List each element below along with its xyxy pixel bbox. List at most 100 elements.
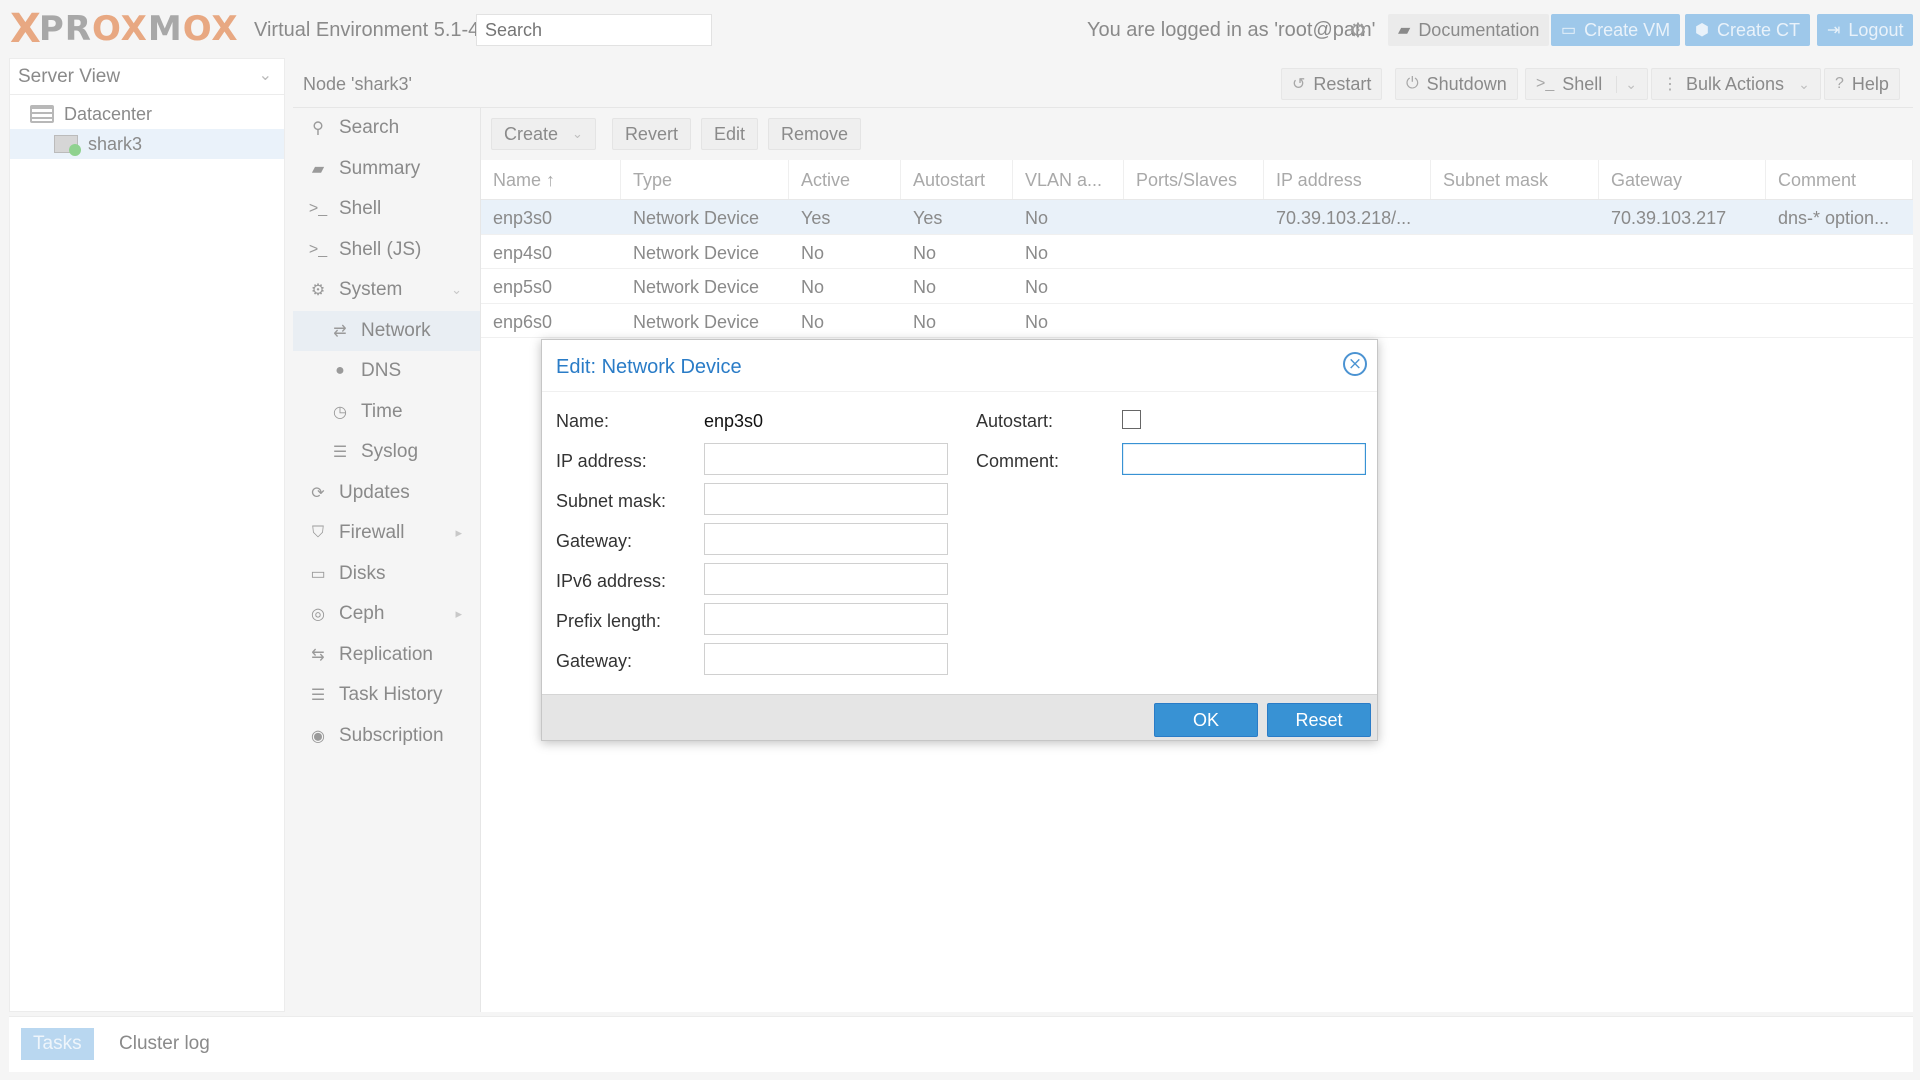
- cell-name: enp3s0: [493, 208, 553, 228]
- task-log-panel: Tasks Cluster log: [9, 1016, 1913, 1072]
- version-label: Virtual Environment 5.1-46: [254, 19, 491, 41]
- nav-item-label: Task History: [339, 684, 443, 706]
- nav-item-time[interactable]: ◷ Time: [293, 392, 480, 433]
- global-search-input[interactable]: [476, 14, 712, 46]
- column-header-active[interactable]: Active: [789, 160, 901, 199]
- ip-address-input[interactable]: [704, 443, 948, 475]
- column-header-ip[interactable]: IP address: [1264, 160, 1431, 199]
- nav-item-replication[interactable]: ⇆ Replication: [293, 635, 480, 676]
- shell-button[interactable]: >_ Shell ⌄: [1525, 68, 1649, 100]
- nav-item-network[interactable]: ⇄ Network: [293, 310, 480, 351]
- table-row[interactable]: enp3s0 Network Device Yes Yes No 70.39.1…: [481, 200, 1913, 235]
- tree-item-shark3[interactable]: shark3: [10, 129, 284, 159]
- autostart-checkbox[interactable]: [1122, 410, 1141, 429]
- tab-cluster-log[interactable]: Cluster log: [107, 1028, 222, 1060]
- nav-item-firewall[interactable]: ⛉ Firewall ▸: [293, 513, 480, 554]
- nav-item-subscription[interactable]: ◉ Subscription: [293, 716, 480, 757]
- server-view-label: Server View: [18, 66, 121, 87]
- support-icon: ◉: [311, 727, 325, 745]
- node-icon: [54, 135, 81, 156]
- shell-label: Shell: [1562, 73, 1603, 94]
- tree-item-label: shark3: [88, 133, 143, 154]
- shutdown-button[interactable]: ⏻ Shutdown: [1395, 68, 1518, 100]
- bulk-actions-button[interactable]: ⋮ Bulk Actions ⌄: [1651, 68, 1821, 100]
- terminal-icon: >_: [308, 200, 328, 218]
- tab-label: Cluster log: [119, 1033, 210, 1054]
- logout-button[interactable]: ⇥ Logout: [1817, 14, 1914, 46]
- table-row[interactable]: enp6s0 Network Device No No No: [481, 304, 1913, 338]
- cell-vlan: No: [1025, 277, 1049, 297]
- gateway-input[interactable]: [704, 523, 948, 555]
- column-header-subnet[interactable]: Subnet mask: [1431, 160, 1599, 199]
- logged-in-label: You are logged in as 'root@pam': [1087, 19, 1376, 41]
- power-icon: ⏻: [1406, 75, 1419, 92]
- nav-item-disks[interactable]: ▭ Disks: [293, 554, 480, 595]
- dialog-title: Edit: Network Device: [556, 356, 742, 378]
- cell-subnet: [1431, 304, 1599, 338]
- column-header-autostart[interactable]: Autostart: [901, 160, 1013, 199]
- create-vm-button[interactable]: ▭ Create VM: [1551, 14, 1681, 46]
- nav-item-summary[interactable]: ▰ Summary: [293, 149, 480, 190]
- documentation-button[interactable]: ▰ Documentation: [1388, 14, 1550, 46]
- bulk-actions-label: Bulk Actions: [1686, 73, 1785, 94]
- gears-icon: ⚙: [310, 282, 326, 300]
- tree-item-datacenter[interactable]: Datacenter: [10, 99, 284, 129]
- gear-icon[interactable]: ⚙: [1349, 18, 1371, 42]
- ok-button[interactable]: OK: [1154, 703, 1258, 737]
- revert-button[interactable]: Revert: [611, 118, 691, 150]
- edit-network-device-dialog: Edit: Network Device × Name: enp3s0 IP a…: [541, 339, 1378, 741]
- server-view-select[interactable]: Server View ⌄: [10, 59, 284, 95]
- edit-button[interactable]: Edit: [700, 118, 758, 150]
- nav-item-shell[interactable]: >_ Shell: [293, 189, 480, 230]
- datacenter-icon: [30, 105, 54, 123]
- logo-word: PROXMOX: [38, 9, 239, 49]
- nav-item-updates[interactable]: ⟳ Updates: [293, 473, 480, 514]
- table-row[interactable]: enp4s0 Network Device No No No: [481, 235, 1913, 269]
- ipv6-address-input[interactable]: [704, 563, 948, 595]
- shutdown-label: Shutdown: [1426, 73, 1507, 94]
- nav-item-label: Ceph: [339, 603, 385, 625]
- cell-ports: [1124, 304, 1264, 338]
- nav-item-ceph[interactable]: ◎ Ceph ▸: [293, 594, 480, 635]
- nav-item-dns[interactable]: ● DNS: [293, 351, 480, 392]
- prefix-length-input[interactable]: [704, 603, 948, 635]
- cell-ports: [1124, 269, 1264, 303]
- cube-icon: ⬢: [1695, 22, 1709, 39]
- nav-item-syslog[interactable]: ☰ Syslog: [293, 432, 480, 473]
- create-button[interactable]: Create ⌄: [491, 118, 596, 150]
- reset-button[interactable]: Reset: [1267, 703, 1371, 737]
- column-header-gateway[interactable]: Gateway: [1599, 160, 1766, 199]
- restart-button[interactable]: ↺ Restart: [1281, 68, 1383, 100]
- nav-item-shell-js[interactable]: >_ Shell (JS): [293, 230, 480, 271]
- comment-input[interactable]: [1122, 443, 1366, 475]
- create-ct-button[interactable]: ⬢ Create CT: [1685, 14, 1810, 46]
- tab-tasks[interactable]: Tasks: [21, 1028, 94, 1060]
- name-value: enp3s0: [704, 411, 764, 431]
- cell-type: Network Device: [633, 311, 760, 332]
- nav-item-system[interactable]: ⚙ System ⌄: [293, 270, 480, 311]
- gateway6-input[interactable]: [704, 643, 948, 675]
- cell-comment: [1766, 235, 1913, 269]
- dialog-header: Edit: Network Device ×: [542, 340, 1377, 392]
- chevron-down-icon: ⌄: [572, 126, 583, 141]
- column-header-ports[interactable]: Ports/Slaves: [1124, 160, 1264, 199]
- help-label: Help: [1851, 73, 1889, 94]
- nav-item-task-history[interactable]: ☰ Task History: [293, 675, 480, 716]
- column-header-name[interactable]: Name ↑: [481, 160, 621, 199]
- column-header-type[interactable]: Type: [621, 160, 789, 199]
- column-header-comment[interactable]: Comment: [1766, 160, 1913, 199]
- help-button[interactable]: ? Help: [1824, 68, 1900, 100]
- column-header-vlan[interactable]: VLAN a...: [1013, 160, 1124, 199]
- cell-name: enp6s0: [493, 311, 553, 332]
- table-row[interactable]: enp5s0 Network Device No No No: [481, 269, 1913, 304]
- remove-button[interactable]: Remove: [767, 118, 862, 150]
- cell-name: enp4s0: [493, 242, 553, 263]
- close-icon[interactable]: ×: [1343, 352, 1367, 376]
- subnet-mask-input[interactable]: [704, 483, 948, 515]
- nav-item-label: Syslog: [361, 441, 419, 463]
- chevron-down-icon[interactable]: ⌄: [1616, 75, 1637, 93]
- dialog-body: Name: enp3s0 IP address: Subnet mask: Ga…: [542, 392, 1377, 696]
- gateway-label: Gateway:: [556, 531, 633, 551]
- cell-gateway: [1599, 304, 1766, 338]
- nav-item-search[interactable]: ⚲ Search: [293, 108, 480, 149]
